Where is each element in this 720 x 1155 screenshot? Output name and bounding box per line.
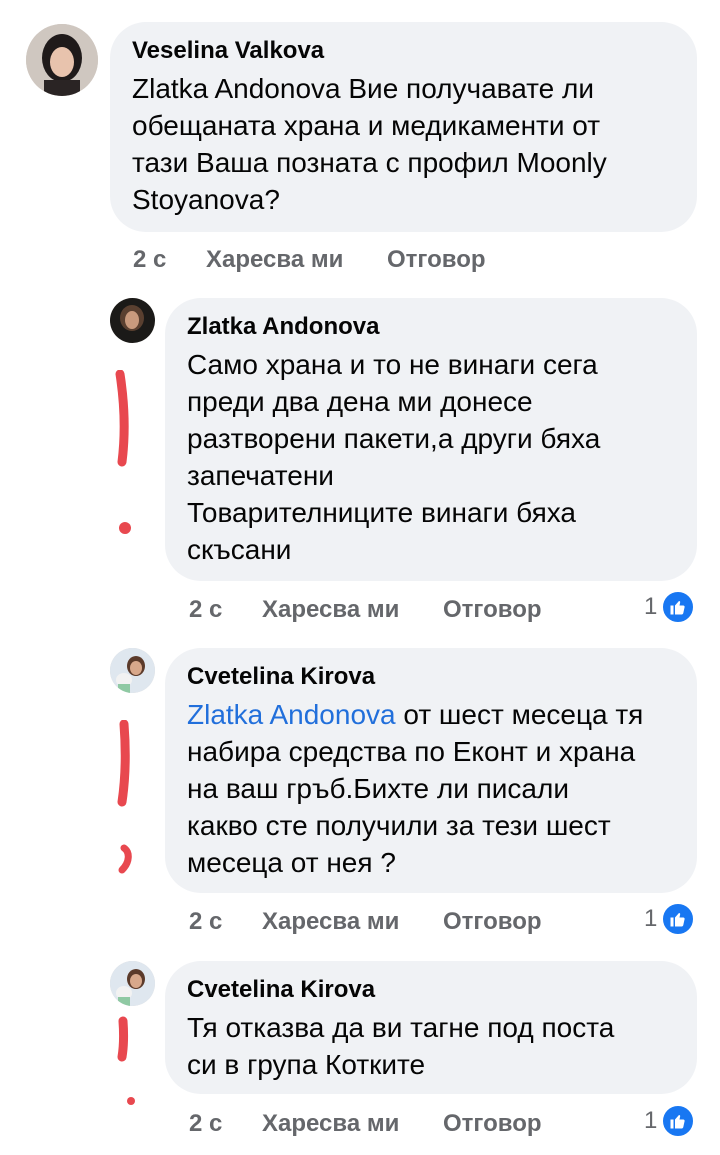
exclamation-mark-icon: [115, 370, 131, 534]
comment-actions: 2 с Харесва ми Отговор: [133, 246, 486, 274]
comment-time[interactable]: 2 с: [189, 908, 262, 936]
comment-author[interactable]: Zlatka Andonova: [187, 312, 675, 342]
reaction-count: 1: [644, 1107, 658, 1134]
like-button[interactable]: Харесва ми: [262, 596, 443, 624]
comment-actions: 2 с Харесва ми Отговор: [189, 1110, 542, 1138]
mention-link[interactable]: Zlatka Andonova: [187, 699, 396, 730]
comment-bubble: Zlatka Andonova Само храна и то не винаг…: [165, 298, 697, 581]
avatar[interactable]: [110, 298, 155, 343]
profile-photo-icon: [110, 961, 155, 1006]
comment-author[interactable]: Cvetelina Kirova: [187, 662, 675, 692]
profile-photo-icon: [110, 298, 155, 343]
reply-button[interactable]: Отговор: [443, 1110, 542, 1138]
comment-time[interactable]: 2 с: [189, 1110, 262, 1138]
reaction-count: 1: [644, 593, 658, 620]
thumbs-up-icon: [661, 590, 696, 624]
comment-bubble: Cvetelina Kirova Тя отказва да ви тагне …: [165, 961, 697, 1094]
comment-text: Тя отказва да ви тагне под поста си в гр…: [187, 1012, 615, 1080]
comment-time[interactable]: 2 с: [133, 246, 206, 274]
comment-time[interactable]: 2 с: [189, 596, 262, 624]
reply-button[interactable]: Отговор: [387, 246, 486, 274]
thumbs-up-icon: [661, 1104, 696, 1138]
reaction-summary[interactable]: 1: [644, 1104, 696, 1138]
avatar[interactable]: [110, 648, 155, 693]
exclamation-mark-icon: [117, 1016, 135, 1105]
comment-text: Zlatka Andonova от шест месеца тя набира…: [187, 696, 675, 881]
comment-text: Zlatka Andonova Вие получавате ли обещан…: [132, 73, 607, 215]
profile-photo-icon: [110, 648, 155, 693]
like-button[interactable]: Харесва ми: [262, 908, 443, 936]
comment-bubble: Cvetelina Kirova Zlatka Andonova от шест…: [165, 648, 697, 893]
reaction-count: 1: [644, 905, 658, 932]
comment-author[interactable]: Veselina Valkova: [132, 36, 675, 66]
thumbs-up-icon: [661, 902, 696, 936]
comment-actions: 2 с Харесва ми Отговор: [189, 596, 542, 624]
reply-button[interactable]: Отговор: [443, 908, 542, 936]
like-button[interactable]: Харесва ми: [206, 246, 387, 274]
comment-author[interactable]: Cvetelina Kirova: [187, 975, 675, 1005]
reaction-summary[interactable]: 1: [644, 590, 696, 624]
like-button[interactable]: Харесва ми: [262, 1110, 443, 1138]
comment-text: Само храна и то не винаги сега преди два…: [187, 349, 601, 565]
avatar[interactable]: [26, 24, 98, 96]
exclamation-mark-icon: [117, 720, 132, 874]
reaction-summary[interactable]: 1: [644, 902, 696, 936]
reply-button[interactable]: Отговор: [443, 596, 542, 624]
comment-actions: 2 с Харесва ми Отговор: [189, 908, 542, 936]
profile-photo-icon: [26, 24, 98, 96]
avatar[interactable]: [110, 961, 155, 1006]
comment-bubble: Veselina Valkova Zlatka Andonova Вие пол…: [110, 22, 697, 232]
